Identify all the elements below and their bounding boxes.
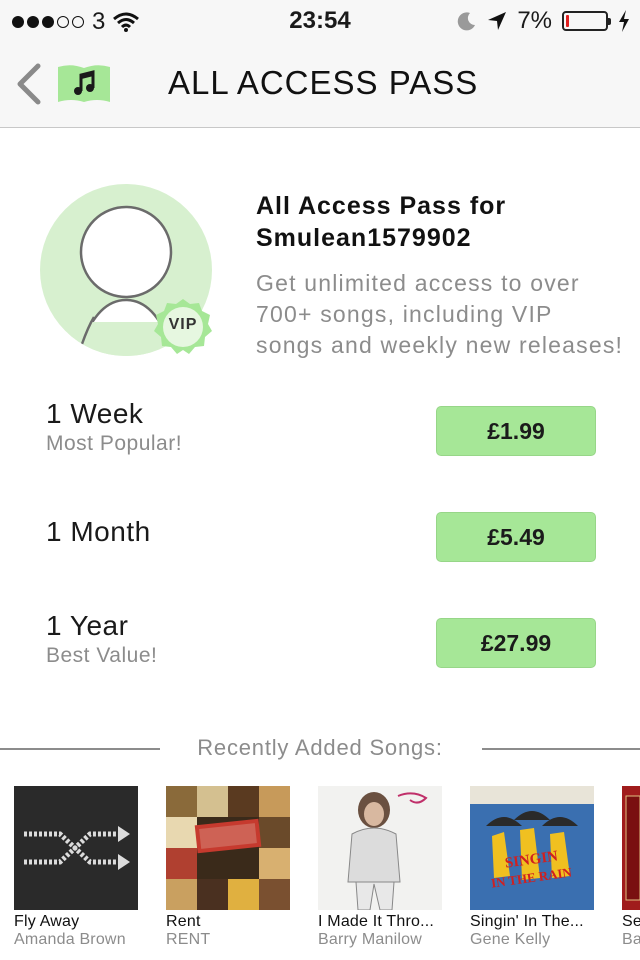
song-card-fly-away[interactable]: Fly Away Amanda Brown <box>14 786 154 949</box>
song-artist: Amanda Brown <box>14 931 126 948</box>
chevron-left-icon[interactable] <box>12 62 46 106</box>
album-cover <box>166 786 290 910</box>
song-title: Rent <box>166 913 201 930</box>
battery-percent: 7% <box>517 7 552 34</box>
album-cover: SINGIN IN THE RAIN <box>470 786 594 910</box>
battery-fill <box>566 15 569 27</box>
pass-description: Get unlimited access to over 700+ songs,… <box>256 270 624 358</box>
price-button-month[interactable]: £5.49 <box>436 512 596 562</box>
songbook-music-note-icon[interactable] <box>56 64 112 104</box>
navigation-bar: ALL ACCESS PASS <box>0 40 640 128</box>
song-title: Fly Away <box>14 913 80 930</box>
charging-bolt-icon <box>619 10 629 32</box>
song-title: Singin' In The... <box>470 913 584 930</box>
song-artist: Ba <box>622 931 640 948</box>
pass-username: Smulean1579902 <box>256 224 472 252</box>
song-artist: Barry Manilow <box>318 931 422 948</box>
plan-name: 1 Month <box>46 516 151 547</box>
status-bar: 3 23:54 7% <box>0 0 640 40</box>
location-arrow-icon <box>488 12 507 30</box>
song-artist: RENT <box>166 931 211 948</box>
song-title: Se <box>622 913 640 930</box>
song-title: I Made It Thro... <box>318 913 435 930</box>
album-cover <box>622 786 640 910</box>
plan-name: 1 Week <box>46 398 144 429</box>
vip-badge-label: VIP <box>168 316 198 333</box>
price-button-year[interactable]: £27.99 <box>436 618 596 668</box>
battery-icon <box>562 11 611 31</box>
pass-title: All Access Pass for Smulean1579902 <box>256 190 626 254</box>
status-right: 7% <box>457 7 630 35</box>
pass-title-line1: All Access Pass for <box>256 192 507 220</box>
song-card-partial[interactable]: Se Ba <box>622 786 640 949</box>
recent-songs-heading: Recently Added Songs: <box>197 735 443 760</box>
song-card-i-made-it-through[interactable]: I Made It Thro... Barry Manilow <box>318 786 458 949</box>
plan-subtitle: Most Popular! <box>46 432 183 455</box>
song-artist: Gene Kelly <box>470 931 551 948</box>
plan-subtitle: Best Value! <box>46 644 158 667</box>
plan-name: 1 Year <box>46 610 129 641</box>
price-button-week[interactable]: £1.99 <box>436 406 596 456</box>
song-card-singin-in-the-rain[interactable]: SINGIN IN THE RAIN Singin' In The... Gen… <box>470 786 610 949</box>
page-title: ALL ACCESS PASS <box>168 64 479 101</box>
avatar: VIP <box>38 182 214 358</box>
recent-songs-carousel[interactable]: Fly Away Amanda Brown Rent RENT I Made I… <box>0 786 640 960</box>
album-cover <box>318 786 442 910</box>
song-card-rent[interactable]: Rent RENT <box>166 786 306 949</box>
album-cover <box>14 786 138 910</box>
moon-icon <box>458 12 476 31</box>
